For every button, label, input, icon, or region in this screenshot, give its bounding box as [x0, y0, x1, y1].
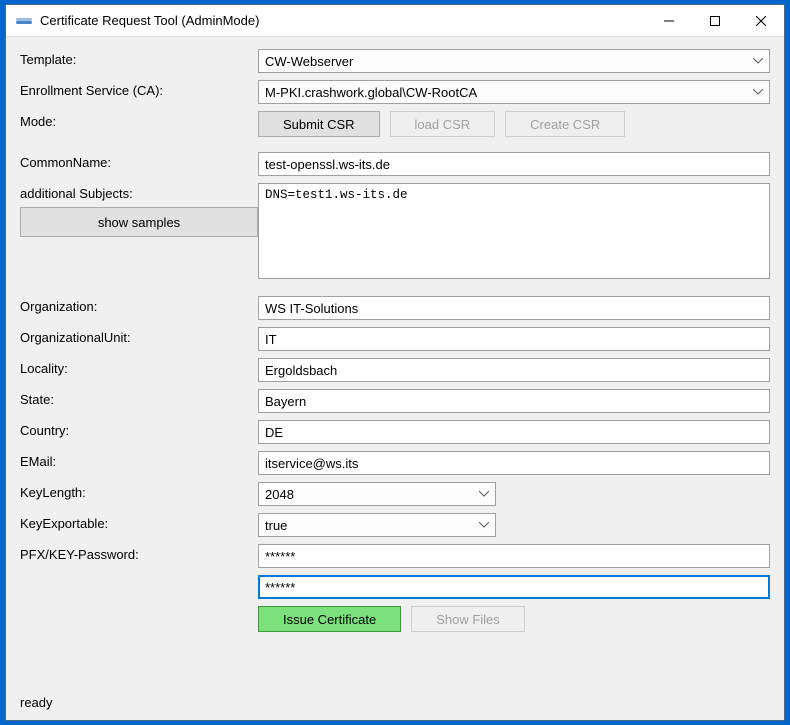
- organization-label: Organization:: [20, 296, 258, 314]
- enrollment-combo[interactable]: M-PKI.crashwork.global\CW-RootCA: [258, 80, 770, 104]
- titlebar: Certificate Request Tool (AdminMode): [6, 5, 784, 37]
- state-label: State:: [20, 389, 258, 407]
- locality-input[interactable]: [258, 358, 770, 382]
- client-area: Template: CW-Webserver Enrollment Servic…: [6, 37, 784, 720]
- keyexportable-dropdown[interactable]: true: [258, 513, 496, 537]
- keylength-dropdown[interactable]: 2048: [258, 482, 496, 506]
- load-csr-button[interactable]: load CSR: [390, 111, 496, 137]
- pfx-password-label: PFX/KEY-Password:: [20, 544, 258, 562]
- submit-csr-button[interactable]: Submit CSR: [258, 111, 380, 137]
- template-label: Template:: [20, 49, 258, 67]
- commonname-input[interactable]: [258, 152, 770, 176]
- template-value: CW-Webserver: [265, 54, 353, 69]
- show-files-button[interactable]: Show Files: [411, 606, 525, 632]
- show-samples-button[interactable]: show samples: [20, 207, 258, 237]
- issue-certificate-button[interactable]: Issue Certificate: [258, 606, 401, 632]
- country-label: Country:: [20, 420, 258, 438]
- additional-subjects-label: additional Subjects: show samples: [20, 183, 258, 237]
- keylength-label: KeyLength:: [20, 482, 258, 500]
- commonname-label: CommonName:: [20, 152, 258, 170]
- create-csr-button[interactable]: Create CSR: [505, 111, 625, 137]
- chevron-down-icon: [753, 89, 763, 95]
- minimize-button[interactable]: [646, 5, 692, 37]
- organization-input[interactable]: [258, 296, 770, 320]
- email-label: EMail:: [20, 451, 258, 469]
- chevron-down-icon: [479, 491, 489, 497]
- window-controls: [646, 5, 784, 37]
- keyexportable-label: KeyExportable:: [20, 513, 258, 531]
- keyexportable-value: true: [265, 518, 287, 533]
- email-input[interactable]: [258, 451, 770, 475]
- locality-label: Locality:: [20, 358, 258, 376]
- close-button[interactable]: [738, 5, 784, 37]
- chevron-down-icon: [753, 58, 763, 64]
- state-input[interactable]: [258, 389, 770, 413]
- template-combo[interactable]: CW-Webserver: [258, 49, 770, 73]
- enrollment-label: Enrollment Service (CA):: [20, 80, 258, 98]
- status-text: ready: [20, 695, 53, 710]
- maximize-button[interactable]: [692, 5, 738, 37]
- pfx-password-confirm-input[interactable]: [258, 575, 770, 599]
- orgunit-input[interactable]: [258, 327, 770, 351]
- enrollment-value: M-PKI.crashwork.global\CW-RootCA: [265, 85, 477, 100]
- window-title: Certificate Request Tool (AdminMode): [40, 13, 259, 28]
- window-frame: Certificate Request Tool (AdminMode) Tem…: [5, 4, 785, 721]
- app-icon: [14, 11, 34, 31]
- keylength-value: 2048: [265, 487, 294, 502]
- country-input[interactable]: [258, 420, 770, 444]
- pfx-password-input[interactable]: [258, 544, 770, 568]
- mode-label: Mode:: [20, 111, 258, 129]
- additional-subjects-textarea[interactable]: [258, 183, 770, 279]
- orgunit-label: OrganizationalUnit:: [20, 327, 258, 345]
- chevron-down-icon: [479, 522, 489, 528]
